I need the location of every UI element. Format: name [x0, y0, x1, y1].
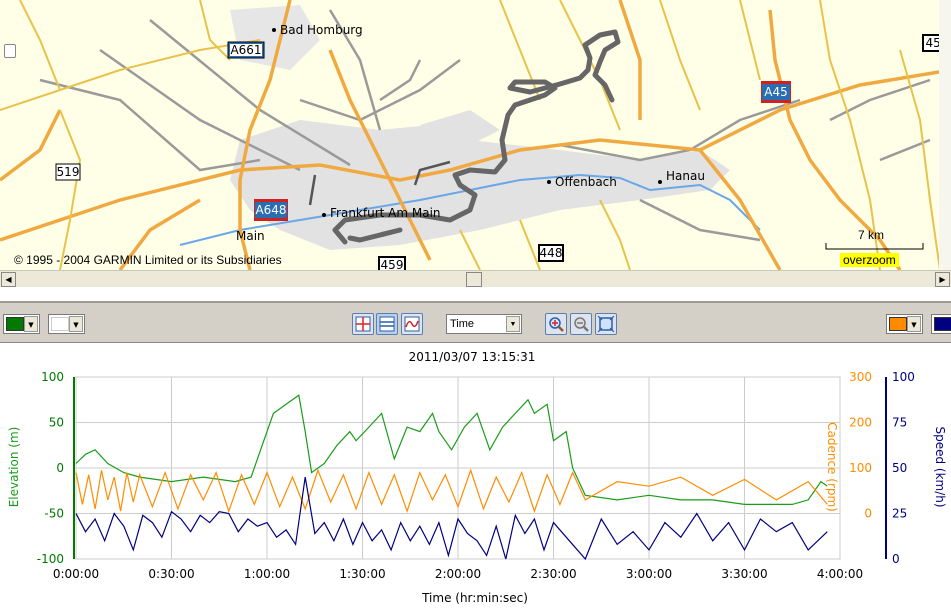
- cadence-tick-label: 0: [864, 507, 872, 521]
- profile-chart[interactable]: 2011/03/07 13:15:31 0:00:00 0:30:00 1:00:0…: [0, 343, 951, 609]
- city-dot: [322, 213, 326, 217]
- x-axis-mode-select[interactable]: Time ▼: [446, 314, 522, 334]
- zoom-out-button[interactable]: [570, 313, 592, 335]
- x-tick-label: 3:30:00: [721, 567, 767, 581]
- map-horizontal-scrollbar[interactable]: ◀ ▶: [0, 270, 951, 287]
- road-shield-a648: A648: [254, 199, 288, 221]
- zoom-in-button[interactable]: [545, 313, 567, 335]
- color-swatch-orange: [889, 317, 907, 331]
- right-color-picker-1[interactable]: ▼: [886, 314, 923, 334]
- svg-text:A661: A661: [230, 43, 261, 57]
- map-edge: [939, 0, 951, 270]
- city-label-main: Main: [236, 229, 265, 243]
- speed-tick-label: 100: [892, 370, 915, 384]
- cadence-tick-label: 300: [849, 370, 872, 384]
- x-tick-label: 2:00:00: [435, 567, 481, 581]
- color-swatch-green: [6, 317, 24, 331]
- city-label-offenbach: Offenbach: [555, 175, 617, 189]
- graph-curve-button[interactable]: [401, 313, 423, 335]
- chevron-down-icon[interactable]: ▼: [69, 316, 83, 332]
- left-color-picker-2[interactable]: ▼: [48, 314, 85, 334]
- splitter[interactable]: [0, 287, 951, 301]
- color-swatch-white: [51, 317, 69, 331]
- crosshair-button[interactable]: [352, 313, 374, 335]
- chart-canvas[interactable]: 2011/03/07 13:15:31 0:00:00 0:30:00 1:00:0…: [0, 343, 951, 609]
- city-dot: [272, 28, 276, 32]
- scale-label: 7 km: [858, 228, 885, 242]
- split-view-icon: [379, 316, 395, 332]
- x-tick-label: 1:30:00: [339, 567, 385, 581]
- crosshair-icon: [355, 316, 371, 332]
- zoom-in-icon: [549, 317, 564, 332]
- scroll-left-icon[interactable]: ◀: [1, 272, 16, 287]
- graph-curve-icon: [404, 316, 420, 332]
- map-side-tab[interactable]: [4, 44, 16, 58]
- svg-text:A45: A45: [764, 85, 787, 99]
- x-tick-label: 0:00:00: [53, 567, 99, 581]
- split-view-button[interactable]: [376, 313, 398, 335]
- city-dot: [547, 180, 551, 184]
- left-axis-label: Elevation (m): [7, 427, 21, 508]
- left-tick-label: 100: [41, 370, 64, 384]
- zoom-fit-button[interactable]: [595, 313, 617, 335]
- scroll-right-icon[interactable]: ▶: [935, 272, 950, 287]
- road-shield-a661: A661: [227, 41, 265, 59]
- left-tick-label: -100: [37, 552, 64, 566]
- copyright-text: © 1995 - 2004 GARMIN Limited or its Subs…: [14, 253, 282, 267]
- color-swatch-navy: [934, 317, 951, 331]
- road-shield-459: 459: [378, 256, 406, 270]
- svg-text:519: 519: [57, 165, 80, 179]
- x-tick-label: 0:30:00: [148, 567, 194, 581]
- svg-text:A648: A648: [255, 203, 286, 217]
- chevron-down-icon[interactable]: ▼: [24, 316, 38, 332]
- cadence-tick-label: 100: [849, 461, 872, 475]
- city-label-bad-homburg: Bad Homburg: [280, 23, 363, 37]
- x-tick-label: 2:30:00: [530, 567, 576, 581]
- svg-text:448: 448: [540, 246, 563, 260]
- city-label-hanau: Hanau: [666, 169, 705, 183]
- zoom-fit-icon: [597, 315, 615, 333]
- zoom-out-icon: [574, 317, 589, 332]
- speed-axis-label: Speed (km/h): [933, 426, 947, 507]
- x-axis-mode-value: Time: [450, 318, 475, 330]
- left-tick-label: 0: [56, 461, 64, 475]
- right-color-picker-2[interactable]: [931, 314, 951, 334]
- x-tick-label: 3:00:00: [626, 567, 672, 581]
- left-tick-label: 50: [49, 416, 64, 430]
- speed-tick-label: 50: [892, 461, 907, 475]
- x-axis-label: Time (hr:min:sec): [421, 591, 528, 605]
- graph-toolbar: ▼ ▼ Time ▼ ▼: [0, 301, 951, 343]
- overzoom-badge: overzoom: [840, 253, 899, 267]
- road-shield-a45: A45: [761, 81, 791, 103]
- x-tick-label: 4:00:00: [817, 567, 863, 581]
- city-dot: [658, 180, 662, 184]
- speed-tick-label: 0: [892, 552, 900, 566]
- svg-text:459: 459: [381, 258, 404, 270]
- speed-tick-label: 25: [892, 507, 907, 521]
- speed-tick-label: 75: [892, 416, 907, 430]
- road-shield-448: 448: [538, 244, 564, 262]
- scroll-thumb[interactable]: [466, 272, 482, 287]
- chart-title: 2011/03/07 13:15:31: [409, 350, 536, 364]
- city-label-frankfurt: Frankfurt Am Main: [330, 206, 441, 220]
- map-view[interactable]: Bad Homburg Offenbach Hanau Frankfurt Am…: [0, 0, 951, 287]
- left-color-picker-1[interactable]: ▼: [3, 314, 40, 334]
- chevron-down-icon[interactable]: ▼: [506, 316, 520, 332]
- x-tick-label: 1:00:00: [244, 567, 290, 581]
- road-shield-519: 519: [55, 163, 81, 181]
- scale-bar: [825, 243, 924, 250]
- map-canvas[interactable]: Bad Homburg Offenbach Hanau Frankfurt Am…: [0, 0, 951, 270]
- chevron-down-icon[interactable]: ▼: [907, 316, 921, 332]
- cadence-tick-label: 200: [849, 416, 872, 430]
- cadence-axis-label: Cadence (rpm): [825, 422, 839, 512]
- left-tick-label: -50: [44, 507, 64, 521]
